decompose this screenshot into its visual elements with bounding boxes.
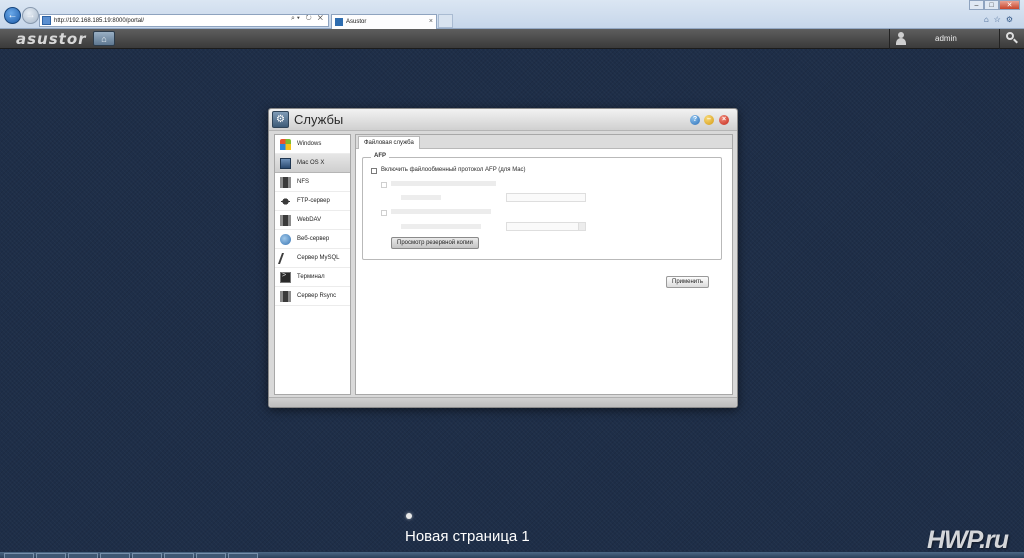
server-icon <box>280 290 291 302</box>
sidebar-item-label: Сервер Rsync <box>297 293 337 299</box>
taskbar-item[interactable] <box>164 553 194 558</box>
divider <box>999 29 1000 49</box>
window-close-button[interactable]: ✕ <box>999 0 1020 10</box>
tab-close-icon[interactable]: × <box>429 18 433 25</box>
afp-suboption-label <box>391 181 496 186</box>
address-tools[interactable]: ⌕▾ ↻ ✕ <box>291 15 325 23</box>
enable-afp-label: Включить файлообменный протокол AFP (для… <box>381 167 526 173</box>
services-window: ⚙ Службы ? – × Windows Mac OS X NFS FTP-… <box>268 108 738 408</box>
sidebar-item-rsync[interactable]: Сервер Rsync <box>275 287 350 306</box>
sidebar-item-label: Сервер MySQL <box>297 255 340 261</box>
window-title: Службы <box>294 112 344 127</box>
taskbar-item[interactable] <box>228 553 258 558</box>
new-tab-button[interactable] <box>438 14 453 28</box>
sidebar-item-mac-os-x[interactable]: Mac OS X <box>275 154 350 173</box>
sidebar-item-web-server[interactable]: Веб-сервер <box>275 230 350 249</box>
afp-timemachine-checkbox[interactable] <box>381 210 387 216</box>
asustor-logo: asustor <box>16 30 87 48</box>
apply-button[interactable]: Применить <box>666 276 710 288</box>
enable-afp-checkbox[interactable] <box>371 168 377 174</box>
divider <box>889 29 890 49</box>
afp-suboption-checkbox[interactable] <box>381 182 387 188</box>
sidebar-item-windows[interactable]: Windows <box>275 135 350 154</box>
window-maximize-button[interactable]: □ <box>984 0 999 10</box>
username[interactable]: admin <box>935 34 957 43</box>
sidebar-item-terminal[interactable]: Терминал <box>275 268 350 287</box>
sidebar-item-label: Windows <box>297 141 322 147</box>
afp-legend: AFP <box>371 153 389 159</box>
browser-tool-icons[interactable]: ⌂☆⚙ <box>984 15 1018 24</box>
services-sidebar: Windows Mac OS X NFS FTP-сервер WebDAV В… <box>274 134 351 395</box>
sidebar-item-ftp[interactable]: FTP-сервер <box>275 192 350 211</box>
server-icon <box>280 176 291 188</box>
back-arrow-icon: ← <box>7 10 18 21</box>
tab-favicon <box>335 18 343 26</box>
server-icon <box>280 214 291 226</box>
browser-tab[interactable]: Asustor × <box>331 14 437 29</box>
sidebar-item-label: Mac OS X <box>297 160 325 166</box>
page-label: Новая страница 1 <box>405 528 530 545</box>
afp-field-label <box>401 195 441 200</box>
search-icon[interactable] <box>1006 32 1018 44</box>
forward-arrow-icon: → <box>25 10 36 21</box>
sidebar-item-nfs[interactable]: NFS <box>275 173 350 192</box>
chevron-down-icon <box>578 223 585 230</box>
page-indicator-dot[interactable] <box>406 513 412 519</box>
browser-toolbar: ← → http://192.168.185.19:8000/portal/ ⌕… <box>0 0 1024 29</box>
taskbar-item[interactable] <box>36 553 66 558</box>
sidebar-item-label: FTP-сервер <box>297 198 330 204</box>
close-button[interactable]: × <box>719 115 729 125</box>
sidebar-item-label: NFS <box>297 179 309 185</box>
afp-timemachine-label <box>391 209 491 214</box>
address-text[interactable]: http://192.168.185.19:8000/portal/ <box>54 18 144 24</box>
forward-button[interactable]: → <box>22 7 39 24</box>
sidebar-item-label: Терминал <box>297 274 325 280</box>
sidebar-item-webdav[interactable]: WebDAV <box>275 211 350 230</box>
tab-title: Asustor <box>346 19 367 25</box>
services-content: Файловая служба AFP Включить файлообменн… <box>355 134 733 395</box>
window-titlebar[interactable]: ⚙ Службы ? – × <box>269 109 737 131</box>
taskbar-item[interactable] <box>132 553 162 558</box>
window-status-bar <box>269 397 737 407</box>
sidebar-item-label: WebDAV <box>297 217 322 223</box>
minimize-button[interactable]: – <box>704 115 714 125</box>
user-icon[interactable] <box>895 32 907 45</box>
asustor-taskbar: asustor ⌂ admin <box>0 29 1024 49</box>
back-button[interactable]: ← <box>4 7 21 24</box>
page-favicon <box>42 16 51 25</box>
help-button[interactable]: ? <box>690 115 700 125</box>
taskbar-item[interactable] <box>68 553 98 558</box>
sidebar-item-label: Веб-сервер <box>297 236 330 242</box>
ftp-icon <box>280 195 291 207</box>
mysql-icon <box>277 252 294 264</box>
afp-size-select[interactable] <box>506 222 586 231</box>
taskbar-item[interactable] <box>4 553 34 558</box>
afp-text-field[interactable] <box>506 193 586 202</box>
mac-icon <box>280 157 291 169</box>
content-tab-strip: Файловая служба <box>356 135 732 149</box>
taskbar-item[interactable] <box>100 553 130 558</box>
terminal-icon <box>280 271 291 283</box>
afp-size-label <box>401 224 481 229</box>
web-icon <box>280 233 291 245</box>
sidebar-item-mysql[interactable]: Сервер MySQL <box>275 249 350 268</box>
backup-view-button[interactable]: Просмотр резервной копии <box>391 237 479 249</box>
afp-settings-group: AFP Включить файлообменный протокол AFP … <box>362 153 722 260</box>
tab-file-service[interactable]: Файловая служба <box>358 136 420 149</box>
address-bar[interactable]: http://192.168.185.19:8000/portal/ ⌕▾ ↻ … <box>39 14 329 27</box>
window-minimize-button[interactable]: – <box>969 0 984 10</box>
home-icon: ⌂ <box>101 33 107 44</box>
watermark-logo: HWP.ru <box>927 526 1009 554</box>
windows-icon <box>280 138 291 150</box>
services-app-icon: ⚙ <box>272 111 289 128</box>
home-button[interactable]: ⌂ <box>93 31 115 46</box>
taskbar-item[interactable] <box>196 553 226 558</box>
